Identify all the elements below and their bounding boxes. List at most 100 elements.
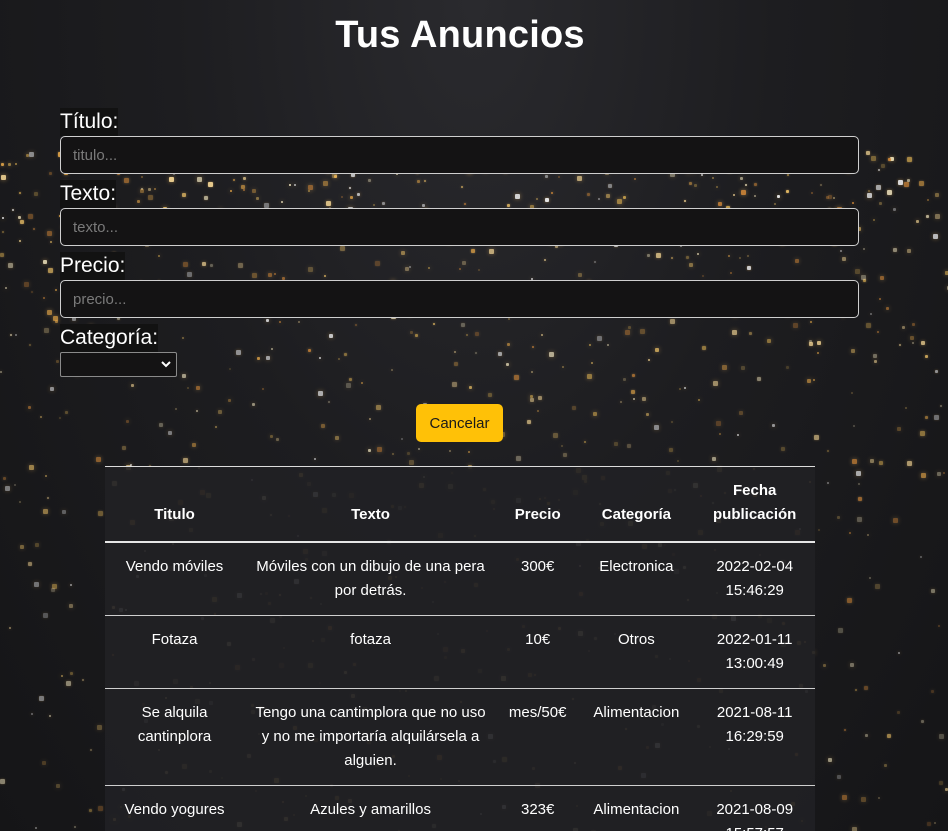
- city-light: [361, 382, 363, 384]
- city-light: [572, 406, 576, 410]
- city-light: [19, 501, 21, 503]
- city-light: [51, 588, 55, 592]
- city-light: [168, 431, 172, 435]
- city-light: [192, 443, 196, 447]
- city-light: [684, 387, 686, 389]
- city-light: [19, 240, 21, 242]
- city-light: [3, 477, 6, 480]
- city-light: [56, 784, 60, 788]
- table-header-row: Titulo Texto Precio Categoría Fecha publ…: [105, 467, 815, 543]
- table-row: Vendo móviles Móviles con un dibujo de u…: [105, 542, 815, 616]
- city-light: [47, 497, 49, 499]
- city-light: [252, 403, 255, 406]
- city-light: [8, 263, 13, 268]
- city-light: [904, 182, 909, 187]
- city-light: [920, 556, 922, 558]
- city-light: [719, 433, 721, 435]
- city-light: [887, 734, 891, 738]
- city-light: [228, 399, 231, 402]
- city-light: [537, 410, 539, 412]
- city-light: [842, 795, 847, 800]
- city-light: [905, 407, 907, 409]
- cell-categoria: Alimentacion: [578, 688, 695, 786]
- city-light: [530, 398, 534, 402]
- ads-table: Titulo Texto Precio Categoría Fecha publ…: [105, 467, 815, 831]
- chevron-down-icon: [161, 361, 171, 368]
- city-light: [55, 289, 57, 291]
- city-light: [0, 371, 2, 373]
- city-light: [527, 420, 531, 424]
- city-light: [49, 715, 51, 717]
- city-light: [935, 193, 939, 197]
- city-light: [44, 328, 49, 333]
- city-light: [159, 423, 163, 427]
- precio-input[interactable]: [60, 280, 859, 318]
- city-light: [538, 396, 542, 400]
- city-light: [871, 156, 876, 161]
- city-light: [218, 410, 222, 414]
- city-light: [407, 452, 410, 455]
- city-light: [879, 461, 883, 465]
- city-light: [910, 336, 914, 340]
- city-light: [28, 562, 32, 566]
- city-light: [61, 675, 63, 677]
- city-light: [931, 589, 935, 593]
- precio-label: Precio:: [60, 252, 126, 280]
- city-light: [42, 761, 46, 765]
- city-light: [877, 331, 879, 333]
- city-light: [646, 413, 649, 416]
- cell-titulo: Fotaza: [105, 615, 245, 689]
- cancel-button[interactable]: Cancelar: [416, 404, 503, 442]
- city-light: [897, 711, 900, 714]
- city-light: [31, 713, 33, 715]
- city-light: [943, 472, 945, 474]
- city-light: [893, 248, 897, 252]
- cell-precio: mes/50€: [497, 688, 579, 786]
- city-light: [8, 163, 11, 166]
- city-light: [488, 393, 492, 397]
- city-light: [813, 379, 815, 381]
- cell-titulo: Se alquila cantinplora: [105, 688, 245, 786]
- city-light: [469, 386, 472, 389]
- city-light: [878, 797, 880, 799]
- city-light: [884, 764, 887, 767]
- city-light: [392, 453, 394, 455]
- city-light: [70, 584, 72, 586]
- city-light: [902, 326, 905, 329]
- city-light: [561, 445, 563, 447]
- city-light: [907, 461, 912, 466]
- city-light: [349, 378, 352, 381]
- city-light: [196, 386, 200, 390]
- city-light: [43, 509, 48, 514]
- city-light: [62, 510, 66, 514]
- texto-input[interactable]: [60, 208, 859, 246]
- city-light: [927, 199, 929, 201]
- city-light: [5, 486, 10, 491]
- city-light: [215, 426, 217, 428]
- city-light: [19, 192, 21, 194]
- city-light: [857, 517, 862, 522]
- city-light: [849, 532, 851, 534]
- categoria-select[interactable]: [60, 352, 177, 377]
- city-light: [876, 185, 881, 190]
- city-light: [931, 690, 934, 693]
- cell-fecha: 2021-08-09 15:57:57: [694, 785, 815, 831]
- city-light: [418, 448, 420, 450]
- city-light: [56, 360, 59, 363]
- city-light: [633, 398, 635, 400]
- city-light: [867, 534, 869, 536]
- city-light: [716, 421, 721, 426]
- city-light: [34, 192, 38, 196]
- city-light: [870, 459, 874, 463]
- city-light: [921, 473, 926, 478]
- table-row: Fotaza fotaza 10€ Otros 2022-01-11 13:00…: [105, 615, 815, 689]
- city-light: [898, 180, 903, 185]
- titulo-input[interactable]: [60, 136, 859, 174]
- city-light: [869, 577, 871, 579]
- cell-fecha: 2021-08-11 16:29:59: [694, 688, 815, 786]
- city-light: [847, 598, 852, 603]
- city-light: [74, 826, 76, 828]
- city-light: [739, 411, 743, 415]
- city-light: [837, 516, 840, 519]
- city-light: [677, 460, 679, 462]
